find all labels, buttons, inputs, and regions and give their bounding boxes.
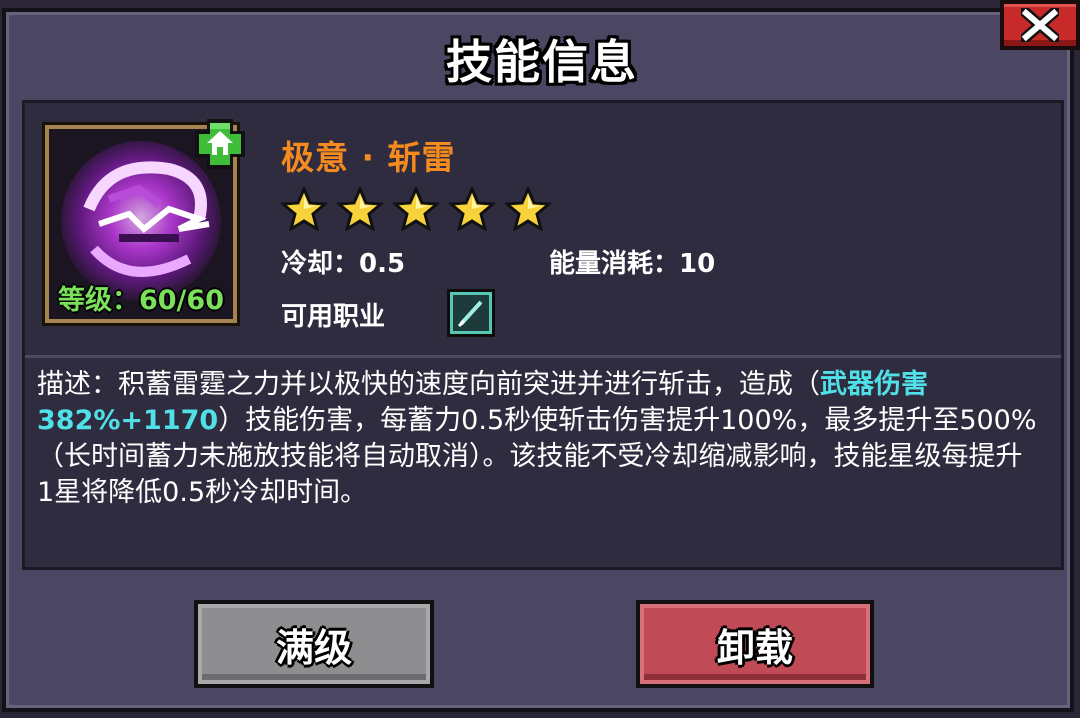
star-icon <box>505 187 551 231</box>
skill-panel: 等级：60/60 极意 · 斩雷 冷却：0.5 能量消耗：10 可用职业 描述：… <box>22 100 1064 570</box>
skill-info-dialog: 技能信息 等级：60/60 极意 · 斩雷 冷却：0.5 能量消耗：10 可用职… <box>2 8 1074 712</box>
skill-level: 等级：60/60 <box>57 285 224 316</box>
home-upgrade-icon[interactable] <box>193 117 247 171</box>
unload-button[interactable]: 卸载 <box>636 600 874 688</box>
skill-description: 描述：积蓄雷霆之力并以极快的速度向前突进并进行斩击，造成（武器伤害382%+11… <box>37 367 1037 511</box>
star-icon <box>281 187 327 231</box>
energy-cost-stat: 能量消耗：10 <box>549 249 716 279</box>
star-rating <box>281 187 551 231</box>
close-button[interactable] <box>1000 0 1080 50</box>
star-icon <box>449 187 495 231</box>
sword-class-icon[interactable] <box>447 289 495 337</box>
max-level-button[interactable]: 满级 <box>194 600 434 688</box>
close-x-icon <box>1021 8 1059 42</box>
star-icon <box>337 187 383 231</box>
panel-divider <box>25 355 1061 358</box>
class-label: 可用职业 <box>281 302 386 332</box>
cooldown-stat: 冷却：0.5 <box>281 249 406 279</box>
star-icon <box>393 187 439 231</box>
dialog-title: 技能信息 <box>446 35 638 89</box>
description-text: 描述：积蓄雷霆之力并以极快的速度向前突进并进行斩击，造成（ <box>37 369 820 400</box>
skill-name: 极意 · 斩雷 <box>281 138 456 177</box>
